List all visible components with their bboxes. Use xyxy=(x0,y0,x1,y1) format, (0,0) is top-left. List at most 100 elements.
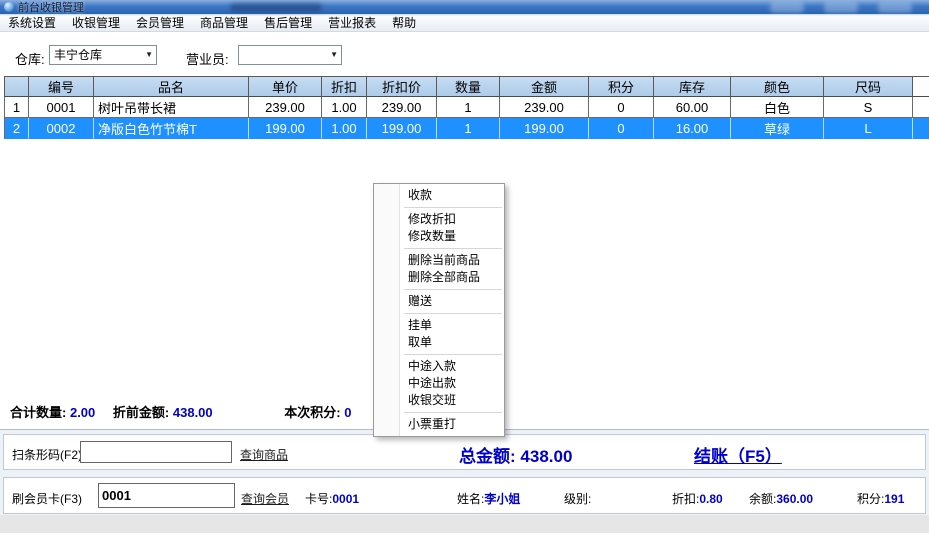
col-header-disc-price[interactable]: 折扣价 xyxy=(367,76,437,97)
total-qty-value: 2.00 xyxy=(70,405,95,420)
menu-item-modify-discount[interactable]: 修改折扣 xyxy=(374,211,504,228)
menu-separator xyxy=(404,412,502,413)
grid-header-row: 编号 品名 单价 折扣 折扣价 数量 金额 积分 库存 颜色 尺码 xyxy=(4,76,929,97)
cell-discount[interactable]: 1.00 xyxy=(322,97,367,118)
menu-item-mid-cash-out[interactable]: 中途出款 xyxy=(374,375,504,392)
summary-line: 合计数量: 2.00 折前金额: 438.00 本次积分: 0 xyxy=(10,402,351,421)
cell-stock[interactable]: 60.00 xyxy=(654,97,731,118)
card-no-value: 0001 xyxy=(332,492,359,506)
col-header-rownum[interactable] xyxy=(4,76,29,97)
session-points-label: 本次积分: xyxy=(284,405,340,420)
pos-window: 前台收银管理 系统设置 收银管理 会员管理 商品管理 售后管理 营业报表 帮助 … xyxy=(0,0,929,533)
scan-barcode-label: 扫条形码(F2) xyxy=(12,446,82,463)
barcode-input[interactable] xyxy=(80,441,232,463)
clerk-label: 营业员: xyxy=(186,49,229,68)
redacted-blur xyxy=(878,2,912,13)
col-header-price[interactable]: 单价 xyxy=(249,76,322,97)
cell-rownum[interactable]: 2 xyxy=(4,118,29,139)
menu-separator xyxy=(404,248,502,249)
cell-code[interactable]: 0001 xyxy=(29,97,94,118)
cell-amount[interactable]: 239.00 xyxy=(500,97,589,118)
cell-color[interactable]: 草绿 xyxy=(731,118,824,139)
clerk-select[interactable]: ▼ xyxy=(238,45,342,65)
col-header-code[interactable]: 编号 xyxy=(29,76,94,97)
cell-stock[interactable]: 16.00 xyxy=(654,118,731,139)
col-header-discount[interactable]: 折扣 xyxy=(322,76,367,97)
menu-separator xyxy=(404,313,502,314)
member-discount-label: 折扣: xyxy=(672,492,699,506)
menu-product-mgmt[interactable]: 商品管理 xyxy=(192,16,256,31)
cell-points[interactable]: 0 xyxy=(589,118,654,139)
bottom-strip xyxy=(0,515,929,533)
menu-separator xyxy=(404,207,502,208)
menu-item-collect-payment[interactable]: 收款 xyxy=(374,187,504,204)
menu-item-delete-all[interactable]: 删除全部商品 xyxy=(374,269,504,286)
cell-disc-price[interactable]: 199.00 xyxy=(367,118,437,139)
menu-system-settings[interactable]: 系统设置 xyxy=(0,16,64,31)
menu-help[interactable]: 帮助 xyxy=(384,16,424,31)
cell-rownum[interactable]: 1 xyxy=(4,97,29,118)
member-discount-value: 0.80 xyxy=(699,492,722,506)
member-level-label: 级别: xyxy=(564,492,591,506)
query-member-link[interactable]: 查询会员 xyxy=(241,490,289,507)
col-header-points[interactable]: 积分 xyxy=(589,76,654,97)
barcode-panel: 扫条形码(F2) 查询商品 总金额: 438.00 结账（F5） xyxy=(3,434,926,470)
menu-item-modify-quantity[interactable]: 修改数量 xyxy=(374,228,504,245)
cell-discount[interactable]: 1.00 xyxy=(322,118,367,139)
redacted-blur xyxy=(230,3,322,12)
cell-name[interactable]: 树叶吊带长裙 xyxy=(94,97,249,118)
menu-separator xyxy=(404,354,502,355)
cell-price[interactable]: 199.00 xyxy=(249,118,322,139)
cell-points[interactable]: 0 xyxy=(589,97,654,118)
menu-bar: 系统设置 收银管理 会员管理 商品管理 售后管理 营业报表 帮助 xyxy=(0,16,929,32)
cell-qty[interactable]: 1 xyxy=(437,118,500,139)
col-header-qty[interactable]: 数量 xyxy=(437,76,500,97)
col-header-color[interactable]: 颜色 xyxy=(731,76,824,97)
cell-amount[interactable]: 199.00 xyxy=(500,118,589,139)
redacted-blur xyxy=(770,2,804,13)
menu-member-mgmt[interactable]: 会员管理 xyxy=(128,16,192,31)
menu-item-hold-order[interactable]: 挂单 xyxy=(374,317,504,334)
window-title: 前台收银管理 xyxy=(18,0,84,15)
col-header-stock[interactable]: 库存 xyxy=(654,76,731,97)
menu-item-shift-change[interactable]: 收银交班 xyxy=(374,392,504,409)
cell-size[interactable]: L xyxy=(824,118,913,139)
table-row-selected[interactable]: 2 0002 净版白色竹节棉T 199.00 1.00 199.00 1 199… xyxy=(4,118,929,139)
menu-separator xyxy=(404,289,502,290)
menu-item-reprint-receipt[interactable]: 小票重打 xyxy=(374,416,504,433)
cell-code[interactable]: 0002 xyxy=(29,118,94,139)
member-card-input[interactable] xyxy=(98,483,235,508)
checkout-button[interactable]: 结账（F5） xyxy=(694,442,782,467)
menu-item-delete-current[interactable]: 删除当前商品 xyxy=(374,252,504,269)
context-menu: 收款 修改折扣 修改数量 删除当前商品 删除全部商品 赠送 挂单 取单 中途入款… xyxy=(373,183,505,437)
grand-total-label: 总金额: xyxy=(459,447,516,466)
cell-color[interactable]: 白色 xyxy=(731,97,824,118)
warehouse-label: 仓库: xyxy=(15,49,45,68)
cell-filler xyxy=(913,118,929,139)
cell-name[interactable]: 净版白色竹节棉T xyxy=(94,118,249,139)
cell-price[interactable]: 239.00 xyxy=(249,97,322,118)
member-balance-field: 余额:360.00 xyxy=(749,490,813,507)
member-card-label: 刷会员卡(F3) xyxy=(12,490,82,507)
chevron-down-icon: ▼ xyxy=(145,51,153,59)
menu-business-report[interactable]: 营业报表 xyxy=(320,16,384,31)
table-row[interactable]: 1 0001 树叶吊带长裙 239.00 1.00 239.00 1 239.0… xyxy=(4,97,929,118)
col-header-size[interactable]: 尺码 xyxy=(824,76,913,97)
menu-item-retrieve-order[interactable]: 取单 xyxy=(374,334,504,351)
menu-item-gift[interactable]: 赠送 xyxy=(374,293,504,310)
warehouse-selected-value: 丰宁仓库 xyxy=(54,48,140,63)
menu-item-mid-cash-in[interactable]: 中途入款 xyxy=(374,358,504,375)
cell-disc-price[interactable]: 239.00 xyxy=(367,97,437,118)
menu-aftersales-mgmt[interactable]: 售后管理 xyxy=(256,16,320,31)
query-product-link[interactable]: 查询商品 xyxy=(240,446,288,463)
menu-cashier-mgmt[interactable]: 收银管理 xyxy=(64,16,128,31)
cell-qty[interactable]: 1 xyxy=(437,97,500,118)
member-panel: 刷会员卡(F3) 查询会员 卡号:0001 姓名:李小姐 级别: 折扣:0.80… xyxy=(3,477,926,514)
cell-size[interactable]: S xyxy=(824,97,913,118)
member-points-label: 积分: xyxy=(857,492,884,506)
member-name-field: 姓名:李小姐 xyxy=(457,490,520,507)
col-header-amount[interactable]: 金额 xyxy=(500,76,589,97)
col-header-name[interactable]: 品名 xyxy=(94,76,249,97)
product-grid: 编号 品名 单价 折扣 折扣价 数量 金额 积分 库存 颜色 尺码 1 0001… xyxy=(4,76,929,139)
warehouse-select[interactable]: 丰宁仓库 ▼ xyxy=(49,45,157,65)
